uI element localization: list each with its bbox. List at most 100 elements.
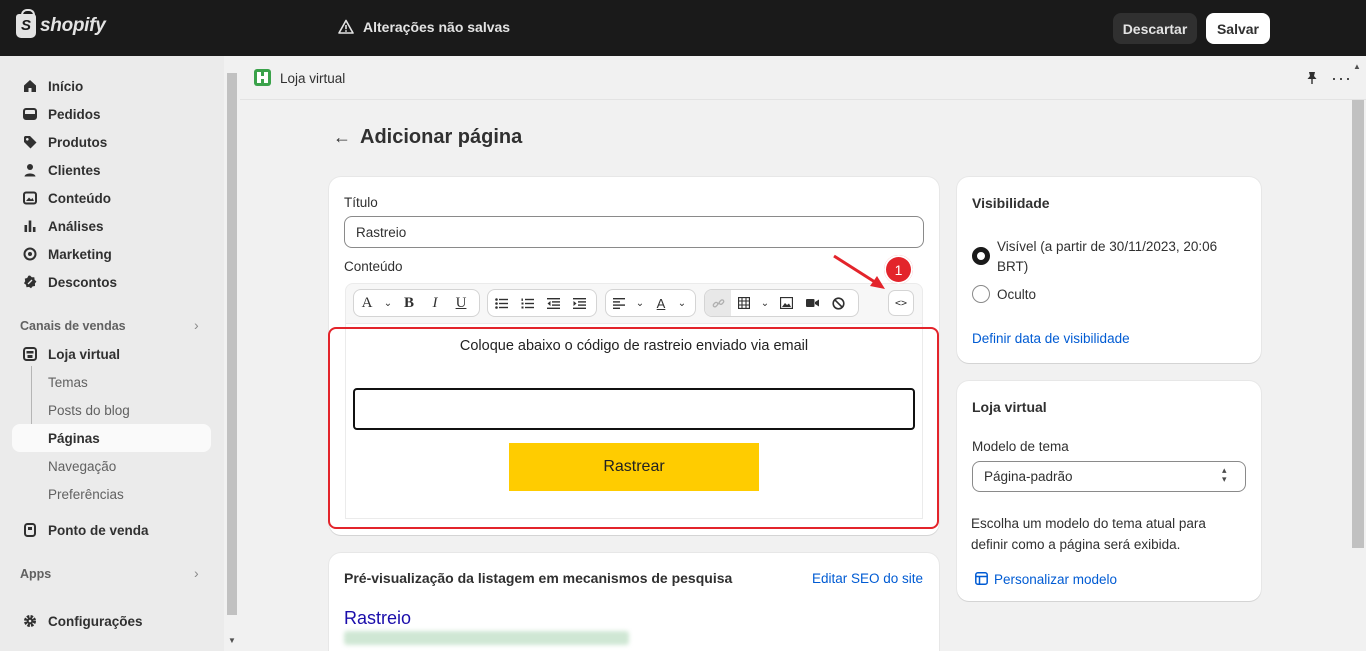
align-left-icon[interactable] <box>606 290 632 316</box>
back-arrow-icon[interactable]: ← <box>333 127 351 148</box>
unsaved-changes-notice: Alterações não salvas <box>338 19 510 35</box>
sidebar-item-label: Conteúdo <box>48 190 111 206</box>
indent-icon[interactable] <box>566 290 592 316</box>
image-icon <box>22 190 38 206</box>
insert-image-icon[interactable] <box>773 290 799 316</box>
sidebar-subitem-themes[interactable]: Temas <box>48 375 88 390</box>
title-input[interactable] <box>344 216 924 248</box>
person-icon <box>22 162 38 178</box>
insert-video-icon[interactable] <box>799 290 825 316</box>
customize-template-icon <box>975 572 988 585</box>
table-icon[interactable] <box>731 290 757 316</box>
shopify-bag-icon <box>16 9 36 38</box>
inbox-icon <box>22 106 38 122</box>
sidebar-subitem-pages[interactable]: Páginas <box>48 431 100 446</box>
save-button[interactable]: Salvar <box>1206 13 1270 44</box>
sidebar-item-label: Descontos <box>48 274 118 290</box>
show-html-button[interactable]: <> <box>888 290 914 316</box>
sidebar-item-customers[interactable]: Clientes <box>12 156 211 184</box>
sidebar-subitem-preferences[interactable]: Preferências <box>48 487 124 502</box>
scroll-down-arrow-icon[interactable]: ▼ <box>228 636 236 645</box>
title-label: Título <box>344 195 378 210</box>
context-bar <box>240 56 1366 100</box>
radio-visible-label[interactable]: Visível (a partir de 30/11/2023, 20:06 B… <box>997 237 1247 277</box>
radio-visible[interactable] <box>972 247 990 265</box>
alignment-color-group: ⌄ A ⌄ <box>605 289 696 317</box>
main-scrollbar-thumb[interactable] <box>1352 100 1364 548</box>
bold-button[interactable]: B <box>396 290 422 316</box>
tag-icon <box>22 134 38 150</box>
set-visibility-date-link[interactable]: Definir data de visibilidade <box>972 331 1130 346</box>
sidebar-subitem-blog-posts[interactable]: Posts do blog <box>48 403 130 418</box>
unsaved-text: Alterações não salvas <box>363 19 511 35</box>
sidebar-item-label: Análises <box>48 218 104 234</box>
sidebar-item-marketing[interactable]: Marketing <box>12 240 211 268</box>
sidebar-item-discounts[interactable]: Descontos <box>12 268 211 296</box>
link-icon[interactable] <box>705 290 731 316</box>
theme-template-select[interactable]: Página-padrão <box>972 461 1246 492</box>
select-chevron-icon: ▴ ▾ <box>1222 465 1227 484</box>
discard-button[interactable]: Descartar <box>1113 13 1197 44</box>
pin-icon[interactable] <box>1305 71 1319 85</box>
chevron-down-icon[interactable]: ⌄ <box>757 290 773 316</box>
apps-label[interactable]: Apps <box>20 567 51 581</box>
store-app-icon <box>254 69 271 86</box>
underline-button[interactable]: U <box>448 290 474 316</box>
bulleted-list-icon[interactable] <box>488 290 514 316</box>
target-icon <box>22 246 38 262</box>
chevron-right-icon[interactable]: › <box>194 317 199 333</box>
sidebar-item-settings[interactable]: Configurações <box>12 607 211 635</box>
more-actions-icon[interactable]: ··· <box>1331 68 1352 89</box>
sidebar-item-label: Ponto de venda <box>48 522 149 538</box>
sidebar-item-home[interactable]: Início <box>12 72 211 100</box>
visibility-title: Visibilidade <box>972 195 1050 211</box>
active-item-background <box>12 424 211 452</box>
chevron-down-icon[interactable]: ⌄ <box>674 290 690 316</box>
chevron-right-icon[interactable]: › <box>194 565 199 581</box>
annotation-step-badge: 1 <box>884 255 913 284</box>
scroll-up-arrow-icon[interactable]: ▲ <box>1353 62 1361 71</box>
outdent-icon[interactable] <box>540 290 566 316</box>
sidebar-item-label: Início <box>48 78 84 94</box>
seo-preview-title: Rastreio <box>344 608 412 628</box>
sidebar-item-analytics[interactable]: Análises <box>12 212 211 240</box>
discount-icon <box>22 274 38 290</box>
page-title: Adicionar página <box>360 126 523 148</box>
gear-icon <box>22 613 38 629</box>
sales-channels-label[interactable]: Canais de vendas <box>20 319 126 333</box>
shopify-logo[interactable]: shopify <box>16 9 106 38</box>
sidebar-item-content[interactable]: Conteúdo <box>12 184 211 212</box>
template-help-text: Escolha um modelo do tema atual para def… <box>971 516 1206 552</box>
sidebar-subitem-navigation[interactable]: Navegação <box>48 459 116 474</box>
chevron-down-icon[interactable]: ⌄ <box>380 290 396 316</box>
annotation-highlight-box <box>328 327 939 529</box>
font-dropdown[interactable]: A <box>354 290 380 316</box>
sidebar-item-online-store[interactable]: Loja virtual <box>12 340 211 368</box>
radio-hidden-label[interactable]: Oculto <box>997 285 1036 305</box>
breadcrumb-store-name[interactable]: Loja virtual <box>280 71 345 86</box>
sidebar-item-label: Pedidos <box>48 106 101 122</box>
edit-seo-link[interactable]: Editar SEO do site <box>812 571 923 586</box>
sidebar-item-products[interactable]: Produtos <box>12 128 211 156</box>
top-bar: shopify Alterações não salvas Descartar … <box>0 0 1366 56</box>
numbered-list-icon[interactable] <box>514 290 540 316</box>
sidebar-item-label: Loja virtual <box>48 346 121 362</box>
sidebar-item-orders[interactable]: Pedidos <box>12 100 211 128</box>
home-icon <box>22 78 38 94</box>
text-format-group: A ⌄ B I U <box>353 289 480 317</box>
annotation-arrow-icon <box>833 254 885 289</box>
storefront-icon <box>22 346 38 362</box>
text-color-button[interactable]: A <box>648 290 674 316</box>
sidebar-scrollbar-thumb[interactable] <box>227 73 237 615</box>
italic-button[interactable]: I <box>422 290 448 316</box>
sidebar-item-point-of-sale[interactable]: Ponto de venda <box>12 516 211 544</box>
pos-icon <box>22 522 38 538</box>
radio-hidden[interactable] <box>972 285 990 303</box>
sidebar-item-label: Produtos <box>48 134 108 150</box>
chevron-down-icon[interactable]: ⌄ <box>632 290 648 316</box>
sidebar-item-label: Configurações <box>48 613 143 629</box>
bar-chart-icon <box>22 218 38 234</box>
customize-template-link[interactable]: Personalizar modelo <box>994 572 1117 587</box>
theme-template-label: Modelo de tema <box>972 439 1069 454</box>
seo-preview-url-blurred <box>344 631 629 645</box>
